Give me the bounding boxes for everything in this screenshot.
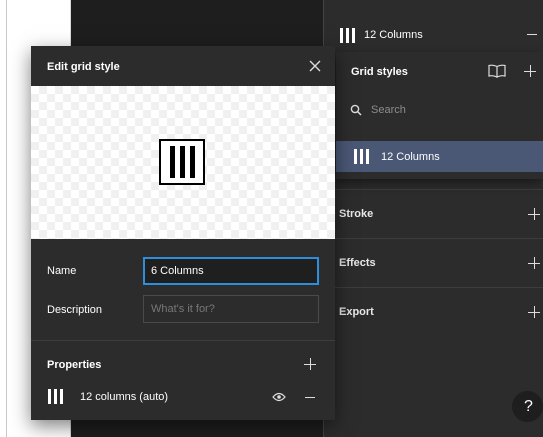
- effects-section: Effects: [324, 238, 543, 287]
- layout-grid-row[interactable]: 12 Columns: [324, 20, 543, 50]
- grid-style-item-12-columns[interactable]: 12 Columns: [336, 141, 543, 172]
- export-section-title: Export: [339, 306, 374, 318]
- name-label: Name: [47, 265, 77, 277]
- grid-columns-icon: [340, 27, 355, 43]
- effects-section-title: Effects: [339, 257, 376, 269]
- eye-icon[interactable]: [272, 391, 286, 403]
- description-field[interactable]: [143, 295, 319, 323]
- close-icon[interactable]: [308, 59, 322, 73]
- grid-styles-header: Grid styles: [336, 52, 543, 90]
- dialog-title: Edit grid style: [47, 61, 120, 73]
- grid-columns-icon: [48, 389, 63, 404]
- remove-layout-grid-button[interactable]: [526, 29, 538, 41]
- add-export-button[interactable]: [528, 306, 540, 318]
- search-icon: [350, 104, 362, 116]
- grid-columns-preview-icon: [159, 139, 205, 185]
- layout-grid-label: 12 Columns: [364, 29, 423, 41]
- help-button[interactable]: ?: [512, 391, 543, 422]
- grid-styles-popover: Grid styles 12 Columns: [336, 52, 543, 179]
- grid-style-preview: [31, 86, 335, 239]
- properties-title: Properties: [47, 359, 102, 371]
- book-icon[interactable]: [488, 64, 506, 78]
- grid-columns-icon: [354, 149, 369, 164]
- add-grid-style-button[interactable]: [524, 65, 536, 77]
- property-label: 12 columns (auto): [80, 391, 169, 403]
- export-section: Export: [324, 287, 543, 336]
- grid-styles-title: Grid styles: [351, 66, 408, 78]
- remove-property-button[interactable]: [304, 391, 316, 403]
- add-property-button[interactable]: [304, 358, 316, 370]
- edit-grid-style-header: Edit grid style: [31, 46, 335, 86]
- modal-divider: [31, 340, 335, 341]
- grid-styles-search-input[interactable]: [371, 104, 521, 116]
- add-effect-button[interactable]: [528, 257, 540, 269]
- property-row[interactable]: 12 columns (auto): [31, 386, 335, 408]
- add-stroke-button[interactable]: [528, 208, 540, 220]
- grid-styles-search[interactable]: [336, 96, 543, 124]
- edit-grid-style-dialog: Edit grid style Name Description Propert…: [31, 46, 335, 420]
- name-field[interactable]: [143, 257, 319, 285]
- grid-style-item-label: 12 Columns: [381, 150, 440, 163]
- stroke-section-title: Stroke: [339, 208, 374, 220]
- description-label: Description: [47, 304, 103, 316]
- stroke-section: Stroke: [324, 189, 543, 238]
